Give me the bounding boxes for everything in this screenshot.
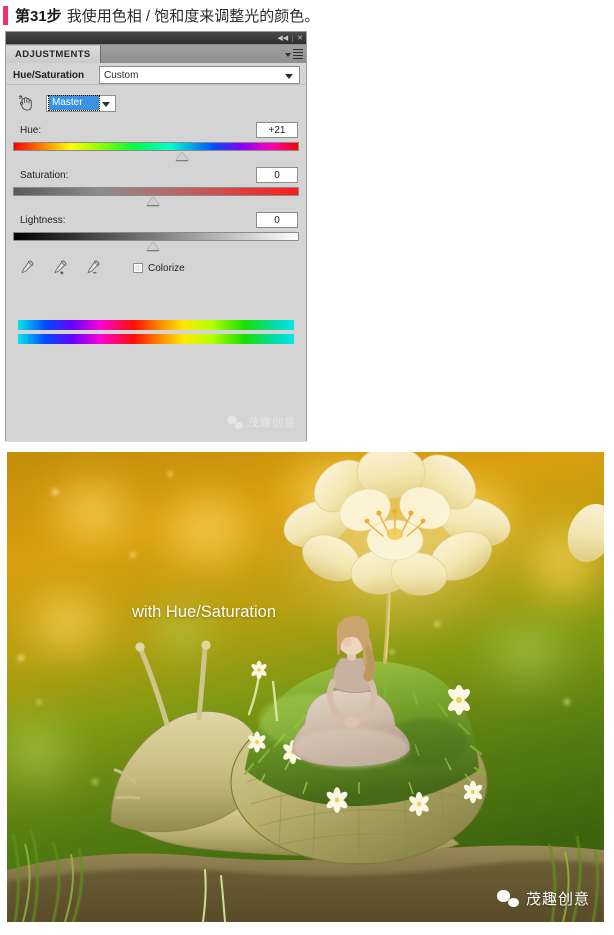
hand-pointer-icon[interactable] xyxy=(16,93,36,113)
adjustment-title: Hue/Saturation xyxy=(13,69,85,81)
tab-adjustments[interactable]: ADJUSTMENTS xyxy=(6,45,101,63)
spectrum-bar-top[interactable] xyxy=(18,320,294,330)
eyedropper-icon[interactable] xyxy=(18,260,34,276)
colorize-checkbox[interactable] xyxy=(133,263,143,273)
adjustments-panel: ◀◀ ✕ ADJUSTMENTS Hue/Saturation Custom M… xyxy=(5,31,307,442)
slider-hue-track-wrap[interactable] xyxy=(13,142,299,161)
tab-adjustments-label: ADJUSTMENTS xyxy=(15,49,91,60)
panel-watermark: 茂趣创意 xyxy=(227,414,296,430)
tabstrip-filler xyxy=(100,45,306,63)
titlebar-divider xyxy=(292,34,294,42)
slider-hue-thumb[interactable] xyxy=(175,152,188,161)
panel-watermark-text: 茂趣创意 xyxy=(248,417,296,429)
slider-lightness-value[interactable]: 0 xyxy=(256,212,298,228)
slider-saturation-track[interactable] xyxy=(13,187,299,196)
spectrum-bar-bottom[interactable] xyxy=(18,334,294,344)
slider-hue-value[interactable]: +21 xyxy=(256,122,298,138)
chevron-down-icon xyxy=(102,101,110,107)
channel-select-value: Master xyxy=(48,95,100,111)
slider-hue-track[interactable] xyxy=(13,142,299,151)
wechat-icon xyxy=(496,890,519,907)
preset-row: Hue/Saturation Custom xyxy=(6,63,306,85)
chevron-down-icon xyxy=(285,74,293,79)
step-accent-bar xyxy=(3,5,8,25)
result-photo: with Hue/Saturation 茂趣创意 xyxy=(7,452,604,922)
color-range-bars xyxy=(6,276,306,344)
slider-lightness-track-wrap[interactable] xyxy=(13,232,299,251)
photo-caption: with Hue/Saturation xyxy=(132,603,276,621)
slider-hue-label: Hue: xyxy=(20,124,42,136)
slider-hue: Hue: +21 xyxy=(6,115,306,161)
panel-titlebar: ◀◀ ✕ xyxy=(6,32,306,44)
slider-lightness-head: Lightness: 0 xyxy=(13,211,299,229)
photo-watermark-text: 茂趣创意 xyxy=(525,891,590,908)
slider-saturation-label: Saturation: xyxy=(20,169,69,181)
wechat-icon xyxy=(227,415,243,429)
step-number: 第31步 xyxy=(15,7,62,25)
close-icon[interactable]: ✕ xyxy=(297,35,303,42)
slider-lightness-thumb[interactable] xyxy=(147,242,160,251)
preset-select-value: Custom xyxy=(104,69,139,81)
slider-lightness: Lightness: 0 xyxy=(6,205,306,251)
step-description: 我使用色相 / 饱和度来调整光的颜色。 xyxy=(66,7,320,25)
chevron-down-icon[interactable] xyxy=(285,52,291,57)
slider-saturation-track-wrap[interactable] xyxy=(13,187,299,206)
colorize-label: Colorize xyxy=(148,262,185,274)
slider-saturation-head: Saturation: 0 xyxy=(13,166,299,184)
panel-tabstrip: ADJUSTMENTS xyxy=(6,44,306,63)
panel-body: Hue/Saturation Custom Master Hue: +21 Sa… xyxy=(6,63,306,442)
preset-select[interactable]: Custom xyxy=(99,66,300,84)
panel-menu-icon[interactable] xyxy=(293,48,303,61)
channel-row: Master xyxy=(6,85,306,115)
eyedropper-subtract-icon[interactable] xyxy=(84,260,100,276)
slider-saturation-thumb[interactable] xyxy=(147,197,160,206)
photo-artwork xyxy=(7,452,604,922)
colorize-option[interactable]: Colorize xyxy=(133,263,185,274)
tool-row: Colorize xyxy=(6,250,306,276)
collapse-icon[interactable]: ◀◀ xyxy=(277,35,288,42)
eyedropper-add-icon[interactable] xyxy=(51,260,67,276)
slider-hue-head: Hue: +21 xyxy=(13,121,299,139)
channel-select[interactable]: Master xyxy=(46,94,116,112)
slider-saturation: Saturation: 0 xyxy=(6,160,306,206)
slider-lightness-label: Lightness: xyxy=(20,214,66,226)
photo-watermark: 茂趣创意 xyxy=(496,888,590,909)
slider-lightness-track[interactable] xyxy=(13,232,299,241)
page-root: 第31步 我使用色相 / 饱和度来调整光的颜色。 ◀◀ ✕ ADJUSTMENT… xyxy=(0,0,614,935)
step-header: 第31步 我使用色相 / 饱和度来调整光的颜色。 xyxy=(0,0,614,30)
slider-saturation-value[interactable]: 0 xyxy=(256,167,298,183)
